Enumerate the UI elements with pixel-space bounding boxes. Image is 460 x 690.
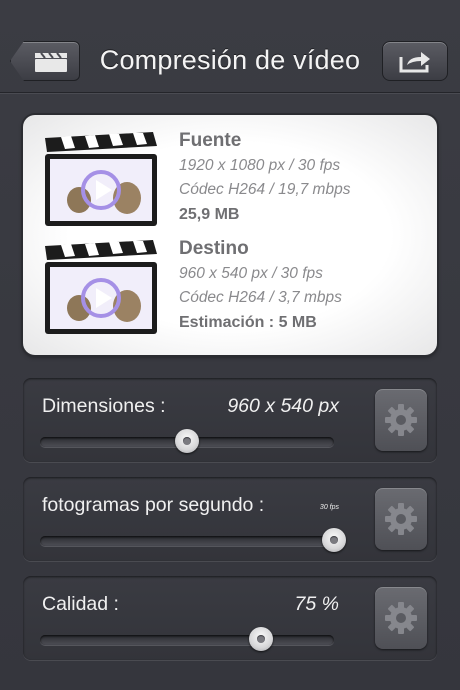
gear-icon [385,602,417,634]
nav-bar: Compresión de vídeo [0,0,460,93]
quality-slider-thumb[interactable] [248,627,273,651]
fps-panel: fotogramas por segundo : 30 fps [23,477,437,561]
dimensions-settings-button[interactable] [375,389,427,451]
source-resolution: 1920 x 1080 px / 30 fps [179,157,341,174]
source-size: 25,9 MB [179,206,240,223]
destination-heading: Destino [179,238,249,259]
source-meta: Fuente 1920 x 1080 px / 30 fps Códec H26… [179,128,350,228]
quality-label: Calidad : [42,593,119,615]
video-clapper-icon [45,240,157,334]
share-button[interactable] [382,41,448,81]
gear-icon [385,404,417,436]
dimensions-slider-thumb[interactable] [175,429,199,453]
destination-codec: Códec H264 / 3,7 mbps [179,289,342,306]
destination-meta: Destino 960 x 540 px / 30 fps Códec H264… [179,236,342,336]
fps-slider-thumb[interactable] [322,528,346,552]
fps-slider[interactable] [40,528,346,552]
quality-slider[interactable] [40,627,334,651]
dimensions-panel: Dimensiones : 960 x 540 px [23,378,437,462]
dimensions-value: 960 x 540 px [227,395,339,417]
destination-resolution: 960 x 540 px / 30 fps [179,265,323,282]
destination-estimate: Estimación : 5 MB [179,314,317,331]
fps-value: 30 fps [319,504,339,511]
fps-label: fotogramas por segundo : [42,494,265,516]
quality-panel: Calidad : 75 % [23,576,437,660]
source-info: Fuente 1920 x 1080 px / 30 fps Códec H26… [23,128,437,238]
source-codec: Códec H264 / 19,7 mbps [179,181,351,198]
dimensions-label: Dimensiones : [42,395,166,417]
video-info-card: Fuente 1920 x 1080 px / 30 fps Códec H26… [23,115,437,355]
source-heading: Fuente [179,130,242,151]
quality-settings-button[interactable] [375,587,427,649]
destination-info: Destino 960 x 540 px / 30 fps Códec H264… [23,236,437,346]
video-clapper-icon [45,132,157,226]
dimensions-slider[interactable] [40,429,334,453]
quality-value: 75 % [294,593,339,615]
fps-settings-button[interactable] [375,488,427,550]
gear-icon [385,503,417,535]
share-arrow-icon [399,52,430,73]
